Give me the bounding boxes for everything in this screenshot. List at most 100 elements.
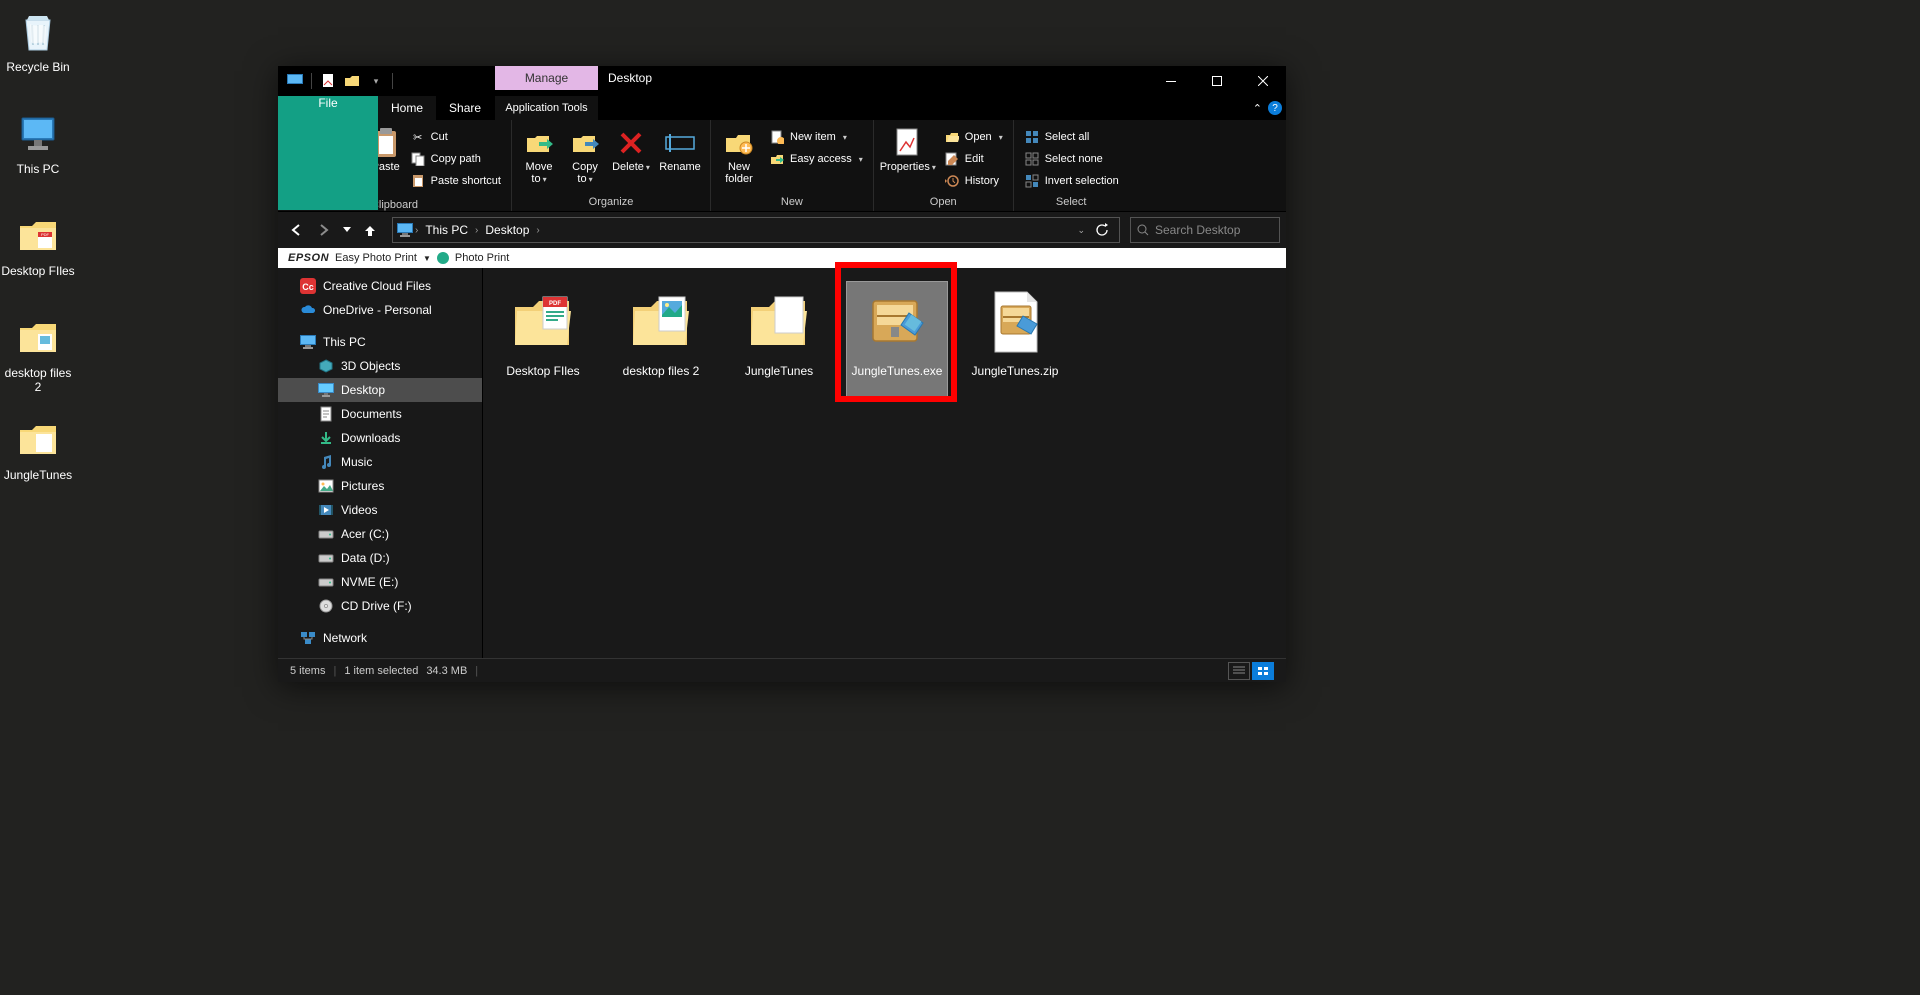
minimize-button[interactable] <box>1148 66 1194 96</box>
collapse-ribbon-icon[interactable]: ⌃ <box>1253 102 1262 115</box>
tree-item-3d-objects[interactable]: 3D Objects <box>278 354 482 378</box>
epson-brand: EPSON <box>288 252 329 264</box>
address-dropdown-icon[interactable]: ⌄ <box>1077 225 1085 236</box>
easy-access-button[interactable]: Easy access▾ <box>765 149 867 169</box>
rename-button[interactable]: Rename <box>656 125 704 173</box>
3d-icon <box>318 358 334 374</box>
qa-customize-icon[interactable]: ▾ <box>365 70 387 92</box>
tree-item-label: This PC <box>323 335 366 349</box>
qa-new-folder-icon[interactable] <box>341 70 363 92</box>
tree-item-downloads[interactable]: Downloads <box>278 426 482 450</box>
breadcrumb-desktop[interactable]: Desktop <box>480 218 534 242</box>
icons-view-button[interactable] <box>1252 662 1274 680</box>
file-item-desktop-files[interactable]: PDFDesktop FIles <box>493 282 593 396</box>
copy-to-button[interactable]: Copy to▾ <box>564 125 606 186</box>
tab-share[interactable]: Share <box>436 96 494 120</box>
tree-item-creative-cloud-files[interactable]: CcCreative Cloud Files <box>278 274 482 298</box>
tree-item-data-d-[interactable]: Data (D:) <box>278 546 482 570</box>
tab-application-tools[interactable]: Application Tools <box>495 96 598 120</box>
copy-path-button[interactable]: Copy path <box>406 149 505 169</box>
details-view-button[interactable] <box>1228 662 1250 680</box>
invert-selection-icon <box>1024 173 1040 189</box>
desktop-icon-recycle-bin[interactable]: Recycle Bin <box>0 8 76 74</box>
tree-item-label: OneDrive - Personal <box>323 303 432 317</box>
desktop-icon-jungletunes[interactable]: JungleTunes <box>0 416 76 482</box>
music-icon <box>318 454 334 470</box>
qa-properties-icon[interactable] <box>317 70 339 92</box>
select-all-button[interactable]: Select all <box>1020 127 1123 147</box>
address-bar[interactable]: › This PC › Desktop › ⌄ <box>392 217 1120 243</box>
folder-icon: PDF <box>14 212 62 260</box>
delete-button[interactable]: Delete▾ <box>610 125 652 174</box>
status-size: 34.3 MB <box>426 665 467 677</box>
folder-icon <box>735 286 823 360</box>
tree-item-label: Data (D:) <box>341 551 390 565</box>
recent-locations-button[interactable] <box>340 218 354 242</box>
easy-access-icon <box>769 151 785 167</box>
rename-icon <box>664 127 696 159</box>
close-button[interactable] <box>1240 66 1286 96</box>
edit-button[interactable]: Edit <box>940 149 1007 169</box>
edit-icon <box>944 151 960 167</box>
tree-item-label: Videos <box>341 503 377 517</box>
tree-item-cd-drive-f-[interactable]: CD Drive (F:) <box>278 594 482 618</box>
file-item-jungletunes[interactable]: JungleTunes <box>729 282 829 396</box>
file-item-jungletunes-zip[interactable]: JungleTunes.zip <box>965 282 1065 396</box>
tree-item-documents[interactable]: Documents <box>278 402 482 426</box>
desktop-icon-label: desktop files 2 <box>0 366 76 394</box>
file-item-desktop-files-2[interactable]: desktop files 2 <box>611 282 711 396</box>
select-none-button[interactable]: Select none <box>1020 149 1123 169</box>
refresh-button[interactable] <box>1095 223 1109 237</box>
scissors-icon: ✂ <box>410 129 426 145</box>
properties-button[interactable]: Properties▾ <box>880 125 936 174</box>
desktop-icon-this-pc[interactable]: This PC <box>0 110 76 176</box>
tree-item-this-pc[interactable]: This PC <box>278 330 482 354</box>
properties-icon <box>892 127 924 159</box>
search-icon <box>1137 224 1149 236</box>
new-folder-button[interactable]: New folder <box>717 125 761 185</box>
tree-item-acer-c-[interactable]: Acer (C:) <box>278 522 482 546</box>
folder-icon <box>14 314 62 362</box>
tree-item-onedrive-personal[interactable]: OneDrive - Personal <box>278 298 482 322</box>
navigation-pane[interactable]: CcCreative Cloud Files OneDrive - Persona… <box>278 268 483 658</box>
folder-icon <box>14 416 62 464</box>
tab-home[interactable]: Home <box>378 96 436 120</box>
open-button[interactable]: Open▾ <box>940 127 1007 147</box>
paste-shortcut-icon <box>410 173 426 189</box>
tab-file[interactable]: File <box>278 96 378 210</box>
tree-item-videos[interactable]: Videos <box>278 498 482 522</box>
context-tab-manage[interactable]: Manage <box>495 66 598 90</box>
pic-icon <box>318 478 334 494</box>
desktop-icon-desktop-files[interactable]: PDF Desktop FIles <box>0 212 76 278</box>
help-icon[interactable]: ? <box>1268 101 1282 115</box>
breadcrumb-this-pc[interactable]: This PC <box>420 218 473 242</box>
cut-button[interactable]: ✂Cut <box>406 127 505 147</box>
maximize-button[interactable] <box>1194 66 1240 96</box>
invert-selection-button[interactable]: Invert selection <box>1020 171 1123 191</box>
tree-item-desktop[interactable]: Desktop <box>278 378 482 402</box>
select-none-icon <box>1024 151 1040 167</box>
tree-item-nvme-e-[interactable]: NVME (E:) <box>278 570 482 594</box>
forward-button[interactable] <box>312 218 336 242</box>
file-item-jungletunes-exe[interactable]: JungleTunes.exe <box>847 282 947 396</box>
tree-item-music[interactable]: Music <box>278 450 482 474</box>
recycle-bin-icon <box>14 8 62 56</box>
new-item-button[interactable]: New item▾ <box>765 127 867 147</box>
back-button[interactable] <box>284 218 308 242</box>
epson-easy-photo-print[interactable]: Easy Photo Print <box>335 252 417 264</box>
app-icon[interactable] <box>284 70 306 92</box>
desktop-icon <box>318 382 334 398</box>
svg-text:Cc: Cc <box>302 282 314 292</box>
move-to-button[interactable]: Move to▾ <box>518 125 560 186</box>
up-button[interactable] <box>358 218 382 242</box>
tree-item-network[interactable]: Network <box>278 626 482 650</box>
zip-icon <box>971 286 1059 360</box>
file-list[interactable]: PDFDesktop FIlesdesktop files 2JungleTun… <box>483 268 1286 658</box>
desktop-icon-desktop-files-2[interactable]: desktop files 2 <box>0 314 76 394</box>
new-item-icon <box>769 129 785 145</box>
epson-photo-print[interactable]: Photo Print <box>455 252 509 264</box>
history-button[interactable]: History <box>940 171 1007 191</box>
search-box[interactable]: Search Desktop <box>1130 217 1280 243</box>
paste-shortcut-button[interactable]: Paste shortcut <box>406 171 505 191</box>
tree-item-pictures[interactable]: Pictures <box>278 474 482 498</box>
